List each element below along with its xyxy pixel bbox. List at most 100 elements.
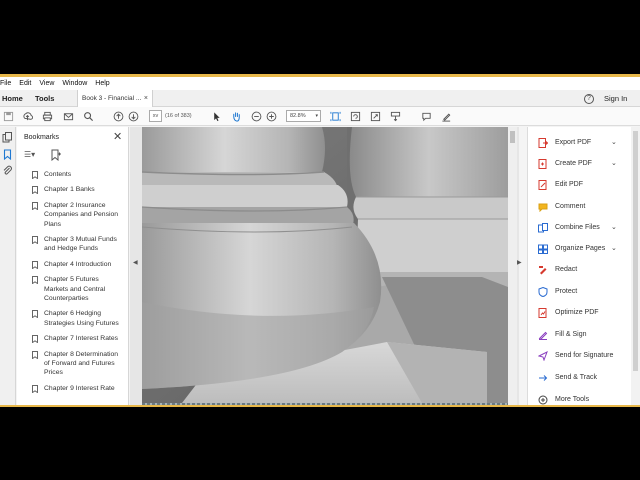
tool-label: Redact xyxy=(555,266,578,273)
tool-combine-files[interactable]: Combine Files ⌄ xyxy=(538,222,630,234)
attachments-icon[interactable] xyxy=(2,165,13,176)
bookmark-label: Chapter 8 Determination of Forward and F… xyxy=(44,350,119,377)
tab-document[interactable]: Book 3 - Financial ... × xyxy=(77,90,153,107)
next-page-icon[interactable] xyxy=(127,110,139,122)
bookmark-icon xyxy=(32,201,38,210)
print-icon[interactable] xyxy=(41,110,53,122)
bookmark-item[interactable]: Chapter 3 Mutual Funds and Hedge Funds xyxy=(31,235,123,254)
upload-icon[interactable] xyxy=(21,110,33,122)
organize-pages-icon xyxy=(538,244,548,254)
sign-in-link[interactable]: Sign In xyxy=(604,90,627,107)
tool-send-and-track[interactable]: Send & Track xyxy=(538,372,630,384)
bookmark-item[interactable]: Chapter 5 Futures Markets and Central Co… xyxy=(31,275,123,303)
menu-edit[interactable]: Edit xyxy=(15,80,35,87)
chevron-down-icon[interactable]: ⌄ xyxy=(611,243,617,255)
menu-view[interactable]: View xyxy=(35,80,58,87)
full-screen-icon[interactable] xyxy=(369,110,381,122)
tool-comment[interactable]: Comment xyxy=(538,201,630,213)
pdf-page-image xyxy=(142,127,508,403)
bookmark-icon xyxy=(32,171,38,179)
tool-organize-pages[interactable]: Organize Pages ⌄ xyxy=(538,243,630,255)
bookmark-icon xyxy=(32,260,38,269)
tool-more-tools[interactable]: More Tools xyxy=(538,394,630,405)
menu-bar: File Edit View Window Help xyxy=(0,77,640,90)
collapse-left-pane-icon[interactable]: ◀ xyxy=(133,259,138,266)
search-icon[interactable] xyxy=(82,110,94,122)
chevron-down-icon[interactable]: ⌄ xyxy=(611,222,617,234)
email-icon[interactable] xyxy=(62,110,74,122)
tool-edit-pdf[interactable]: Edit PDF xyxy=(538,179,630,191)
previous-page-icon[interactable] xyxy=(112,110,124,122)
send-track-icon xyxy=(539,375,548,381)
bookmark-icon xyxy=(32,384,38,393)
scroll-mode-icon[interactable] xyxy=(389,110,401,122)
select-arrow-icon[interactable] xyxy=(210,110,222,122)
tool-label: Protect xyxy=(555,288,578,295)
fit-page-icon[interactable] xyxy=(329,110,341,122)
tool-optimize-pdf[interactable]: Optimize PDF xyxy=(538,307,630,319)
bookmark-icon xyxy=(32,350,38,359)
menu-window[interactable]: Window xyxy=(58,80,91,87)
page-count: (16 of 383) xyxy=(165,113,192,119)
send-signature-icon xyxy=(538,351,548,361)
tool-label: Export PDF xyxy=(555,139,592,146)
bookmark-label: Chapter 7 Interest Rates xyxy=(44,335,119,343)
bookmark-item[interactable]: Chapter 7 Interest Rates xyxy=(31,334,123,344)
edit-pdf-icon xyxy=(538,180,547,190)
close-tab-icon[interactable]: × xyxy=(144,90,148,107)
zoom-in-icon[interactable] xyxy=(265,110,277,122)
bookmark-label: Chapter 1 Banks xyxy=(44,186,95,194)
save-icon[interactable] xyxy=(2,110,14,122)
highlight-pen-icon[interactable] xyxy=(440,110,452,122)
tool-send-for-signature[interactable]: Send for Signature xyxy=(538,350,630,362)
bookmarks-panel-icon[interactable] xyxy=(2,149,13,161)
shield-icon xyxy=(538,287,548,297)
hand-tool-icon[interactable] xyxy=(230,110,242,122)
comment-icon[interactable] xyxy=(420,110,432,122)
menu-help[interactable]: Help xyxy=(91,80,113,87)
menu-file[interactable]: File xyxy=(0,80,15,87)
bookmark-item[interactable]: Chapter 4 Introduction xyxy=(31,260,123,269)
document-view[interactable]: ◀ ▶ xyxy=(130,127,522,405)
document-tab-title: Book 3 - Financial ... xyxy=(82,95,142,102)
tools-scroll-thumb[interactable] xyxy=(633,131,638,371)
tool-label: Edit PDF xyxy=(555,181,584,188)
tool-export-pdf[interactable]: Export PDF ⌄ xyxy=(538,137,630,149)
page-number-input[interactable]: xv xyxy=(149,110,162,122)
bookmark-icon xyxy=(32,276,38,285)
tool-create-pdf[interactable]: Create PDF ⌄ xyxy=(538,158,630,170)
add-bookmark-icon[interactable] xyxy=(50,149,62,162)
expand-right-pane-icon[interactable]: ▶ xyxy=(517,259,522,266)
bookmarks-panel: Bookmarks ✕ ☰▾ Contents Chapter 1 Banks … xyxy=(17,127,143,405)
rotate-view-icon[interactable] xyxy=(349,110,361,122)
tool-redact[interactable]: Redact xyxy=(538,264,630,276)
bookmark-item[interactable]: Chapter 9 Interest Rate xyxy=(31,384,123,393)
bookmark-list: Contents Chapter 1 Banks Chapter 2 Insur… xyxy=(31,170,123,405)
tab-home[interactable]: Home xyxy=(2,90,23,107)
screen-frame: File Edit View Window Help Home Tools Bo… xyxy=(0,0,640,480)
tool-protect[interactable]: Protect xyxy=(538,286,630,298)
chevron-down-icon[interactable]: ⌄ xyxy=(611,137,617,149)
page-thumbnails-icon[interactable] xyxy=(2,132,13,143)
bookmark-item[interactable]: Chapter 6 Hedging Strategies Using Futur… xyxy=(31,309,123,328)
tool-label: Send for Signature xyxy=(555,352,614,359)
tab-tools[interactable]: Tools xyxy=(35,90,54,107)
bookmark-options-icon[interactable]: ☰▾ xyxy=(24,150,40,160)
bookmark-item[interactable]: Contents xyxy=(31,170,123,179)
tool-fill-and-sign[interactable]: Fill & Sign xyxy=(538,329,630,341)
bookmark-item[interactable]: Chapter 2 Insurance Companies and Pensio… xyxy=(31,201,123,229)
document-scroll-thumb[interactable] xyxy=(510,131,515,143)
chevron-down-icon[interactable]: ⌄ xyxy=(611,158,617,170)
zoom-level-dropdown[interactable]: 82.8% ▾ xyxy=(286,110,321,122)
close-icon[interactable]: ✕ xyxy=(113,130,122,143)
acrobat-window: File Edit View Window Help Home Tools Bo… xyxy=(0,74,640,407)
bookmark-icon xyxy=(32,186,38,195)
bookmark-item[interactable]: Chapter 8 Determination of Forward and F… xyxy=(31,350,123,378)
bookmark-label: Chapter 2 Insurance Companies and Pensio… xyxy=(44,201,119,228)
help-icon[interactable]: ? xyxy=(584,94,594,104)
toolbar: xv (16 of 383) 82.8% ▾ xyxy=(0,107,640,126)
zoom-out-icon[interactable] xyxy=(250,110,262,122)
document-scrollbar[interactable] xyxy=(508,127,517,405)
bookmark-item[interactable]: Chapter 1 Banks xyxy=(31,185,123,195)
page-bottom-edge xyxy=(142,403,508,405)
